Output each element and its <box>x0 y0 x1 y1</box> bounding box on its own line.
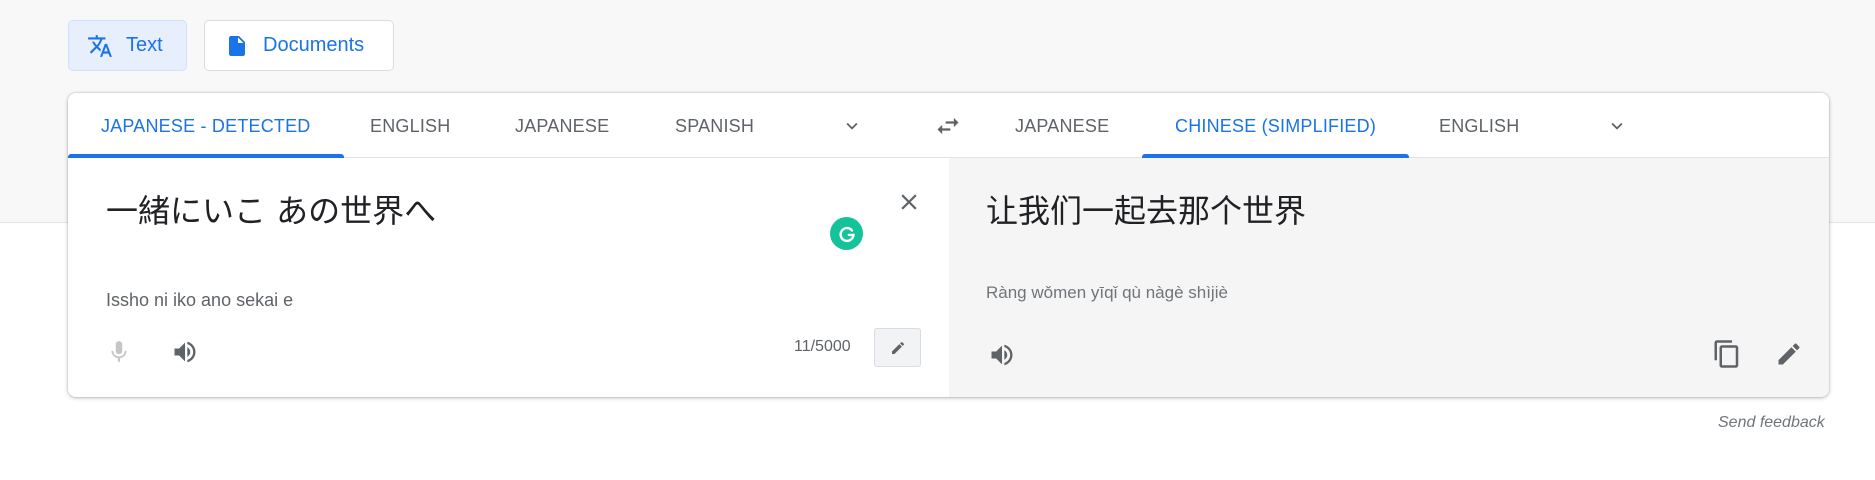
document-icon <box>223 32 251 60</box>
text-mode-button[interactable]: Text <box>68 20 187 71</box>
volume-up-icon[interactable] <box>169 336 201 368</box>
character-count: 11/5000 <box>794 338 851 355</box>
pencil-icon[interactable] <box>874 328 921 367</box>
send-feedback-link[interactable]: Send feedback <box>1718 414 1825 432</box>
source-tab-english[interactable]: ENGLISH <box>370 93 450 158</box>
language-bar: JAPANESE - DETECTED ENGLISH JAPANESE SPA… <box>68 93 1829 158</box>
source-tab-japanese[interactable]: JAPANESE <box>515 93 609 158</box>
close-icon[interactable] <box>894 187 924 217</box>
source-romanization: Issho ni iko ano sekai e <box>106 290 294 310</box>
swap-languages-icon[interactable] <box>933 111 963 141</box>
translation-card: JAPANESE - DETECTED ENGLISH JAPANESE SPA… <box>68 93 1829 397</box>
target-romanization: Ràng wǒmen yīqǐ qù nàgè shìjiè <box>986 283 1228 302</box>
target-tab-chinese-simplified[interactable]: CHINESE (SIMPLIFIED) <box>1141 93 1410 158</box>
translated-text: 让我们一起去那个世界 <box>986 192 1307 230</box>
source-tab-spanish[interactable]: SPANISH <box>675 93 754 158</box>
target-more-languages-chevron-down-icon[interactable] <box>1604 113 1630 139</box>
source-text-input[interactable]: 一緒にいこ あの世界へ <box>106 186 436 232</box>
volume-up-icon[interactable] <box>986 339 1018 371</box>
grammarly-icon[interactable] <box>830 217 863 250</box>
source-tab-detected[interactable]: JAPANESE - DETECTED <box>68 93 343 158</box>
text-mode-label: Text <box>126 34 163 56</box>
source-pane[interactable]: 一緒にいこ あの世界へ Issho ni iko ano sekai e 11/… <box>68 158 949 397</box>
target-pane: 让我们一起去那个世界 Ràng wǒmen yīqǐ qù nàgè shìji… <box>949 158 1829 397</box>
target-tab-japanese[interactable]: JAPANESE <box>1015 93 1109 158</box>
documents-mode-label: Documents <box>263 34 365 56</box>
mic-icon[interactable] <box>103 336 135 368</box>
copy-icon[interactable] <box>1711 338 1743 370</box>
pencil-icon[interactable] <box>1773 338 1805 370</box>
source-more-languages-chevron-down-icon[interactable] <box>839 113 865 139</box>
translate-icon <box>86 32 114 60</box>
documents-mode-button[interactable]: Documents <box>204 20 394 71</box>
target-tab-english[interactable]: ENGLISH <box>1439 93 1519 158</box>
